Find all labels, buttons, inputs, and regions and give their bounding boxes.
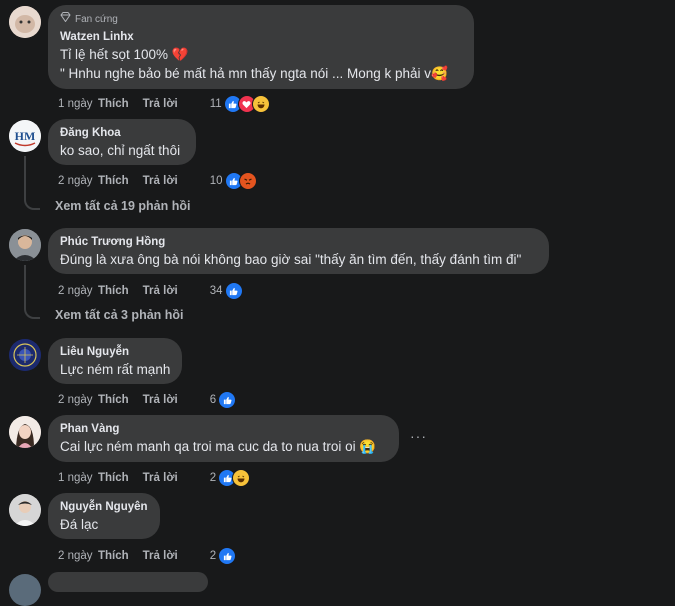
reaction-count: 6: [209, 394, 217, 406]
comment-author[interactable]: Phúc Trương Hồng: [60, 235, 537, 250]
avatar[interactable]: [9, 339, 41, 371]
comment-author[interactable]: Phan Vàng: [60, 422, 387, 437]
comment-bubble: Phan Vàng Cai lực ném manh qa troi ma cu…: [48, 415, 399, 462]
comment-bubble: Nguyễn Nguyên Đá lạc: [48, 493, 160, 539]
comment-text: Lực ném rất mạnh: [60, 362, 171, 377]
comment-time[interactable]: 2 ngày: [58, 550, 98, 562]
comment-text: " Hnhu nghe bảo bé mất hả mn thấy ngta n…: [60, 66, 448, 81]
comment-author[interactable]: Đăng Khoa: [60, 126, 184, 141]
haha-reaction-icon: [232, 469, 251, 487]
comment-time[interactable]: 2 ngày: [58, 175, 98, 187]
comment-text: Đá lạc: [60, 517, 99, 532]
comment-actions: 2 ngày Thích Trả lời 2: [58, 547, 237, 565]
thread-connector: [24, 305, 40, 319]
reaction-count: 10: [209, 175, 223, 187]
reaction-summary[interactable]: 34: [210, 282, 243, 300]
comment-time[interactable]: 1 ngày: [58, 472, 98, 484]
view-replies-link[interactable]: Xem tất cả 19 phản hồi: [55, 199, 190, 213]
like-button[interactable]: Thích: [98, 550, 129, 562]
comment-actions: 2 ngày Thích Trả lời 6: [58, 391, 237, 409]
like-button[interactable]: Thích: [98, 175, 129, 187]
reaction-summary[interactable]: 6: [209, 391, 237, 409]
avatar[interactable]: [9, 574, 41, 606]
reaction-summary[interactable]: 2: [209, 547, 237, 565]
comment-author[interactable]: Nguyễn Nguyên: [60, 500, 148, 515]
comment-bubble: Phúc Trương Hồng Đúng là xưa ông bà nói …: [48, 228, 549, 274]
comment-author[interactable]: Watzen Linhx: [60, 30, 462, 45]
comment-time[interactable]: 1 ngày: [58, 98, 98, 110]
reply-button[interactable]: Trả lời: [143, 285, 178, 297]
reaction-summary[interactable]: 10: [210, 172, 257, 190]
comment-actions: 1 ngày Thích Trả lời 2: [58, 469, 251, 487]
angry-reaction-icon: [238, 172, 257, 190]
comment-bubble: Đăng Khoa ko sao, chỉ ngất thôi: [48, 119, 196, 165]
avatar[interactable]: HM: [9, 120, 41, 152]
like-button[interactable]: Thích: [98, 394, 129, 406]
reaction-count: 11: [209, 98, 222, 110]
comment-text: Tỉ lệ hết sọt 100% 💔: [60, 47, 189, 62]
reaction-count: 34: [209, 285, 223, 297]
diamond-icon: [60, 12, 71, 26]
reaction-summary[interactable]: 2: [209, 469, 251, 487]
thread-line: [24, 156, 26, 200]
like-button[interactable]: Thích: [98, 472, 129, 484]
comment-time[interactable]: 2 ngày: [58, 285, 98, 297]
comment-text: Đúng là xưa ông bà nói không bao giờ sai…: [60, 252, 522, 267]
like-button[interactable]: Thích: [98, 285, 129, 297]
comment-bubble: Liêu Nguyễn Lực ném rất mạnh: [48, 338, 182, 384]
reaction-summary[interactable]: 11: [210, 95, 270, 113]
thread-connector: [24, 196, 40, 210]
avatar[interactable]: [9, 6, 41, 38]
reply-button[interactable]: Trả lời: [143, 472, 178, 484]
reaction-count: 2: [209, 550, 217, 562]
thread-line: [24, 265, 26, 309]
avatar[interactable]: [9, 416, 41, 448]
haha-reaction-icon: [251, 95, 270, 113]
comment-time[interactable]: 2 ngày: [58, 394, 98, 406]
reply-button[interactable]: Trả lời: [143, 98, 178, 110]
comment-bubble: [48, 572, 208, 592]
comment-author[interactable]: Liêu Nguyễn: [60, 345, 170, 360]
like-reaction-icon: [218, 391, 237, 409]
more-options-icon[interactable]: ···: [410, 428, 427, 444]
avatar[interactable]: [9, 229, 41, 261]
comment-text: ko sao, chỉ ngất thôi: [60, 143, 181, 158]
comment-actions: 1 ngày Thích Trả lời 11: [58, 95, 270, 113]
reply-button[interactable]: Trả lời: [143, 394, 178, 406]
like-button[interactable]: Thích: [98, 98, 129, 110]
comment-text: Cai lực ném manh qa troi ma cuc da to nu…: [60, 439, 377, 454]
fan-badge: Fan cứng: [60, 12, 462, 26]
comment-actions: 2 ngày Thích Trả lời 10: [58, 172, 257, 190]
like-reaction-icon: [218, 547, 237, 565]
reaction-count: 2: [209, 472, 217, 484]
reply-button[interactable]: Trả lời: [143, 550, 178, 562]
avatar[interactable]: [9, 494, 41, 526]
reply-button[interactable]: Trả lời: [143, 175, 178, 187]
view-replies-link[interactable]: Xem tất cả 3 phản hồi: [55, 308, 184, 322]
comment-bubble: Fan cứng Watzen Linhx Tỉ lệ hết sọt 100%…: [48, 5, 474, 89]
svg-text:HM: HM: [15, 129, 36, 143]
comment-actions: 2 ngày Thích Trả lời 34: [58, 282, 243, 300]
like-reaction-icon: [224, 282, 243, 300]
